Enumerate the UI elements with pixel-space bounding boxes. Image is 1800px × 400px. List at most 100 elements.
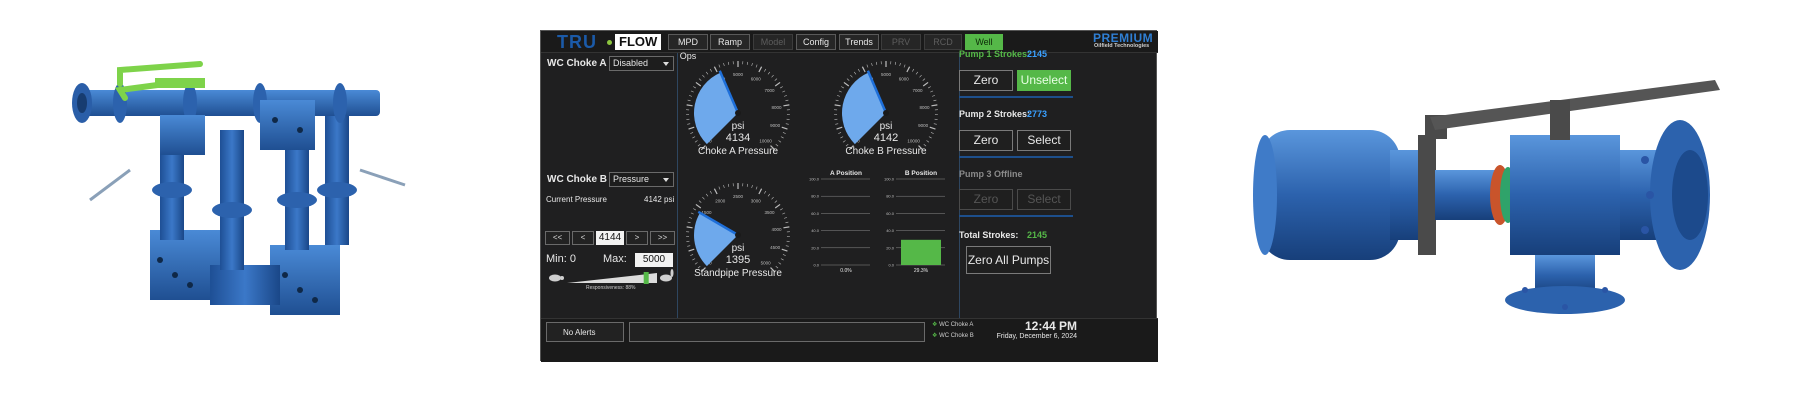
hmi-screen: TRU FLOW MPD Ops Ramp Model Config Trends PRV… (540, 30, 1158, 362)
position-title: A Position (830, 170, 862, 177)
responsiveness-slider[interactable] (545, 269, 677, 299)
status-item-label: WC Choke B (939, 333, 974, 339)
gauge-tick (840, 136, 844, 139)
gauge-tick (702, 196, 705, 200)
gauge-tick (767, 71, 771, 75)
pump3-select-button[interactable]: Select (1017, 189, 1071, 210)
position-tick-label: 0.0 (888, 263, 894, 268)
gauge-tick (751, 184, 753, 189)
step-up-large-button[interactable]: >> (650, 231, 675, 245)
chevron-down-icon (663, 62, 669, 66)
gauge-tick-label: 2500 (733, 194, 744, 199)
gauge-tick (713, 66, 718, 73)
gauge-tick (718, 186, 721, 190)
pump2-zero-button[interactable]: Zero (959, 130, 1013, 151)
gauge-unit: psi (880, 121, 893, 132)
hmi-header: TRU FLOW MPD Ops Ramp Model Config Trends PRV… (541, 31, 1158, 61)
gauge-tick (694, 262, 698, 265)
nav-tab[interactable]: Ramp (710, 34, 750, 50)
gauge-tick (695, 203, 702, 209)
gauge-tick (846, 78, 850, 81)
gauge-tick (930, 132, 934, 134)
gauge-tick (783, 226, 790, 229)
setpoint-input[interactable]: 4144 (596, 231, 624, 245)
gauge-tick (723, 184, 725, 189)
choke-b-pressure-gauge: 0100020003000400050006000700080009000100… (834, 61, 938, 157)
choke-manifold-render (72, 61, 406, 315)
gauge-tick (780, 208, 783, 211)
zero-all-pumps-button[interactable]: Zero All Pumps (966, 246, 1051, 274)
gauge-tick (688, 95, 692, 97)
clock-date: Friday, December 6, 2024 (996, 333, 1077, 340)
gauge-tick-label: 3000 (751, 198, 762, 203)
gauge-tick (774, 81, 781, 87)
pump1-unselect-button[interactable]: Unselect (1017, 70, 1071, 91)
max-label: Max: (603, 253, 627, 265)
gauge-tick (782, 90, 786, 93)
divider (959, 53, 960, 318)
gauge-tick-label: 3500 (765, 210, 776, 215)
nav-tab[interactable]: Trends (839, 34, 879, 50)
chevron-down-icon (663, 178, 669, 182)
position-tick-label: 40.0 (811, 228, 820, 233)
position-title: B Position (905, 170, 937, 177)
gauge-tick (903, 64, 906, 68)
position-tick-label: 60.0 (886, 211, 895, 216)
pump2-select-button[interactable]: Select (1017, 130, 1071, 151)
gauge-tick (933, 123, 937, 125)
nav-tab[interactable]: Model (753, 34, 793, 50)
choke-a-mode-select[interactable]: Disabled (609, 56, 674, 71)
total-strokes-label: Total Strokes: (959, 230, 1019, 240)
position-tick-label: 0.0 (813, 263, 819, 268)
choke-b-mode-value: Pressure (613, 174, 650, 184)
gauge-tick (861, 66, 866, 73)
max-input[interactable]: 5000 (635, 253, 673, 267)
gauge-tick (785, 245, 789, 247)
standpipe-pressure-gauge: 0500100015002000250030003500400045005000… (686, 183, 790, 279)
step-down-large-button[interactable]: << (545, 231, 570, 245)
gauge-tick (838, 90, 842, 93)
gauge-tick-label: 5000 (881, 72, 892, 77)
min-label: Min: 0 (546, 253, 576, 265)
gauge-tick (693, 208, 696, 211)
gauge-tick (695, 81, 702, 87)
gauge-tick (771, 196, 774, 200)
nav-tab[interactable]: RCD (924, 34, 962, 50)
gauge-tick (781, 248, 788, 252)
slider-thumb[interactable] (643, 272, 649, 284)
gauge-tick (836, 95, 840, 97)
pump1-zero-button[interactable]: Zero (959, 70, 1013, 91)
separator (959, 215, 1073, 217)
pump3-zero-button[interactable]: Zero (959, 189, 1013, 210)
gauge-tick (771, 74, 774, 78)
choke-b-mode-select[interactable]: Pressure (609, 172, 674, 187)
gauge-tick-label: 4500 (770, 245, 781, 250)
nav-tab[interactable]: MPD Ops (668, 34, 708, 61)
choke-a-mode-value: Disabled (613, 58, 649, 68)
alerts-box[interactable]: No Alerts (546, 322, 624, 342)
gauge-tick (705, 193, 709, 197)
gauge-tick (687, 245, 691, 247)
nav-tab[interactable]: Well Control (965, 34, 1003, 61)
gauge-tick-label: 9000 (770, 123, 781, 128)
message-box (629, 322, 925, 342)
gauge-tick-label: 4000 (772, 227, 783, 232)
position-value-label: 0.0% (840, 268, 852, 274)
gauge-tick-label: 10000 (759, 139, 772, 144)
step-up-button[interactable]: > (626, 231, 648, 245)
gauge-tick (912, 68, 915, 72)
position-tick-label: 40.0 (886, 228, 895, 233)
gauge-tick (727, 61, 730, 65)
nav-tab[interactable]: Config (796, 34, 836, 50)
pump1-label: Pump 1 Strokes: (959, 49, 1031, 59)
step-down-button[interactable]: < (572, 231, 594, 245)
position-tick-label: 60.0 (811, 211, 820, 216)
gauge-tick (871, 62, 873, 67)
gauge-unit: psi (732, 121, 745, 132)
gauge-tick (755, 186, 758, 190)
gauge-title: Choke A Pressure (698, 146, 778, 157)
gauge-tick (930, 90, 934, 93)
nav-tab[interactable]: PRV (881, 34, 921, 50)
gauge-tick (758, 66, 763, 73)
position-tick-label: 100.0 (884, 177, 895, 182)
